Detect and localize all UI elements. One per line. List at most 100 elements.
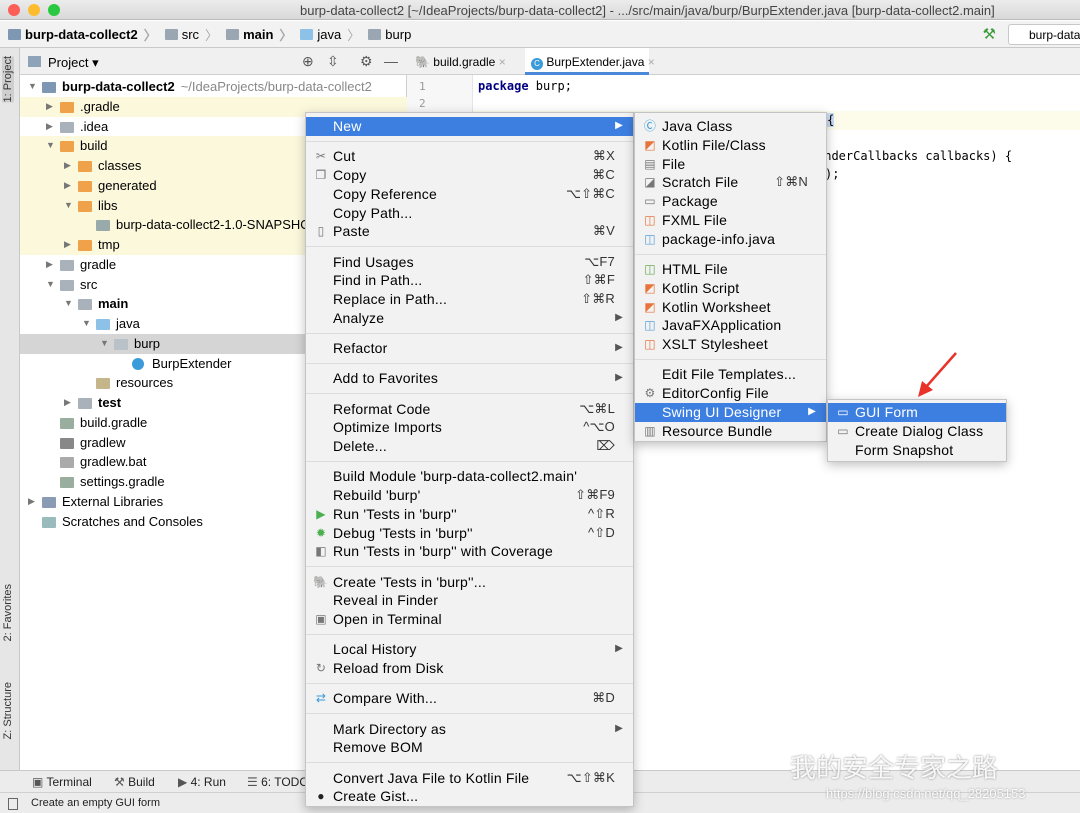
maximize-window-button[interactable] bbox=[48, 4, 60, 16]
menu-item-reformat-code[interactable]: Reformat Code ⌥⌘L bbox=[306, 400, 633, 419]
run-configuration-select[interactable]: burp-data bbox=[1008, 24, 1080, 45]
breadcrumb-label: src bbox=[181, 27, 200, 42]
menu-item-add-to-favorites[interactable]: Add to Favorites ▶ bbox=[306, 369, 633, 388]
tool-window-terminal[interactable]: ▣ Terminal bbox=[32, 775, 92, 789]
menu-item-kotlin-worksheet[interactable]: ◩ Kotlin Worksheet bbox=[635, 298, 826, 317]
expanded-arrow-icon[interactable]: ▼ bbox=[46, 136, 55, 156]
menu-item-debug-tests-in-burp[interactable]: ✹ Debug 'Tests in 'burp'' ^⇧D bbox=[306, 524, 633, 543]
tool-window-4-run[interactable]: ▶ 4: Run bbox=[178, 775, 226, 789]
menu-item-rebuild-burp[interactable]: Rebuild 'burp' ⇧⌘F9 bbox=[306, 486, 633, 505]
build-hammer-icon[interactable]: ⚒ bbox=[983, 25, 996, 43]
menu-item-create-tests-in-burp[interactable]: 🐘 Create 'Tests in 'burp''... bbox=[306, 573, 633, 592]
menu-item-create-gist[interactable]: ● Create Gist... bbox=[306, 787, 633, 806]
menu-item-compare-with[interactable]: ⇄ Compare With... ⌘D bbox=[306, 689, 633, 708]
menu-item-create-dialog-class[interactable]: ▭ Create Dialog Class bbox=[828, 422, 1006, 441]
menu-item-find-in-path[interactable]: Find in Path... ⇧⌘F bbox=[306, 271, 633, 290]
menu-item-find-usages[interactable]: Find Usages ⌥F7 bbox=[306, 253, 633, 272]
menu-item-xslt-stylesheet[interactable]: ◫ XSLT Stylesheet bbox=[635, 335, 826, 354]
collapsed-arrow-icon[interactable]: ▶ bbox=[46, 255, 53, 275]
expanded-arrow-icon[interactable]: ▼ bbox=[64, 294, 73, 314]
menu-item-copy-path[interactable]: Copy Path... bbox=[306, 204, 633, 223]
project-view-select[interactable]: Project ▾ bbox=[48, 55, 99, 71]
menu-item-kotlin-script[interactable]: ◩ Kotlin Script bbox=[635, 279, 826, 298]
expanded-arrow-icon[interactable]: ▼ bbox=[100, 334, 109, 354]
locate-icon[interactable]: ⊕ bbox=[302, 53, 314, 70]
menu-item-copy-reference[interactable]: Copy Reference ⌥⇧⌘C bbox=[306, 185, 633, 204]
hide-panel-icon[interactable]: — bbox=[384, 53, 398, 69]
tree-item[interactable]: ▼ burp-data-collect2 ~/IdeaProjects/burp-d… bbox=[20, 77, 407, 97]
menu-item-reveal-in-finder[interactable]: Reveal in Finder bbox=[306, 591, 633, 610]
menu-item-build-module-burp-data-collect2-main[interactable]: Build Module 'burp-data-collect2.main' bbox=[306, 467, 633, 486]
collapsed-arrow-icon[interactable]: ▶ bbox=[64, 156, 71, 176]
menu-item-run-tests-in-burp-with-coverage[interactable]: ◧ Run 'Tests in 'burp'' with Coverage bbox=[306, 542, 633, 561]
menu-item-editorconfig-file[interactable]: ⚙ EditorConfig File bbox=[635, 384, 826, 403]
menu-item-reload-from-disk[interactable]: ↻ Reload from Disk bbox=[306, 659, 633, 678]
collapsed-arrow-icon[interactable]: ▶ bbox=[64, 393, 71, 413]
menu-item-analyze[interactable]: Analyze ▶ bbox=[306, 309, 633, 328]
expanded-arrow-icon[interactable]: ▼ bbox=[46, 275, 55, 295]
menu-item-gui-form[interactable]: ▭ GUI Form bbox=[828, 403, 1006, 422]
tool-window-6-todo[interactable]: ☰ 6: TODO bbox=[247, 775, 309, 789]
expanded-arrow-icon[interactable]: ▼ bbox=[64, 196, 73, 216]
menu-item-kotlin-file-class[interactable]: ◩ Kotlin File/Class bbox=[635, 136, 826, 155]
tab-favorites[interactable]: 2: Favorites bbox=[2, 584, 14, 641]
menu-item-resource-bundle[interactable]: ▥ Resource Bundle bbox=[635, 422, 826, 441]
menu-item-mark-directory-as[interactable]: Mark Directory as ▶ bbox=[306, 720, 633, 739]
tab-label: BurpExtender.java bbox=[546, 55, 645, 69]
menu-item-package-info-java[interactable]: ◫ package-info.java bbox=[635, 230, 826, 249]
breadcrumb-item[interactable]: burp-data-collect2 〉 bbox=[8, 21, 157, 48]
close-tab-icon[interactable]: × bbox=[648, 55, 655, 69]
menu-item-remove-bom[interactable]: Remove BOM bbox=[306, 738, 633, 757]
menu-item-shortcut: ⇧⌘R bbox=[581, 291, 615, 307]
tab-project[interactable]: 1: Project bbox=[2, 56, 14, 103]
collapsed-arrow-icon[interactable]: ▶ bbox=[64, 235, 71, 255]
menu-item-run-tests-in-burp[interactable]: ▶ Run 'Tests in 'burp'' ^⇧R bbox=[306, 505, 633, 524]
menu-item-java-class[interactable]: Ⓒ Java Class bbox=[635, 117, 826, 136]
menu-item-paste[interactable]: ▯ Paste ⌘V bbox=[306, 222, 633, 241]
tab-burpextender-java[interactable]: C BurpExtender.java × bbox=[525, 48, 655, 75]
menu-item-refactor[interactable]: Refactor ▶ bbox=[306, 339, 633, 358]
menu-item-form-snapshot[interactable]: Form Snapshot bbox=[828, 441, 1006, 460]
breadcrumb-item[interactable]: burp bbox=[368, 21, 411, 48]
menu-item-label: Convert Java File to Kotlin File bbox=[333, 769, 530, 786]
expanded-arrow-icon[interactable]: ▼ bbox=[28, 77, 37, 97]
menu-item-javafxapplication[interactable]: ◫ JavaFXApplication bbox=[635, 316, 826, 335]
menu-item-fxml-file[interactable]: ◫ FXML File bbox=[635, 211, 826, 230]
menu-item-new[interactable]: New ▶ bbox=[306, 117, 633, 136]
collapsed-arrow-icon[interactable]: ▶ bbox=[46, 117, 53, 137]
menu-item-open-in-terminal[interactable]: ▣ Open in Terminal bbox=[306, 610, 633, 629]
menu-item-replace-in-path[interactable]: Replace in Path... ⇧⌘R bbox=[306, 290, 633, 309]
menu-item-convert-java-file-to-kotlin-file[interactable]: Convert Java File to Kotlin File ⌥⇧⌘K bbox=[306, 769, 633, 788]
collapse-all-icon[interactable]: ⇳ bbox=[327, 53, 339, 70]
tab-structure[interactable]: Z: Structure bbox=[2, 682, 14, 739]
menu-item-scratch-file[interactable]: ◪ Scratch File ⇧⌘N bbox=[635, 173, 826, 192]
menu-item-cut[interactable]: ✂ Cut ⌘X bbox=[306, 147, 633, 166]
breadcrumb-item[interactable]: java 〉 bbox=[300, 21, 360, 48]
menu-item-shortcut: ⇧⌘F9 bbox=[575, 487, 615, 503]
form-icon: ▭ bbox=[837, 405, 849, 419]
expanded-arrow-icon[interactable]: ▼ bbox=[82, 314, 91, 334]
collapsed-arrow-icon[interactable]: ▶ bbox=[46, 97, 53, 117]
gear-icon[interactable]: ⚙ bbox=[360, 53, 373, 70]
todo-icon: ☰ bbox=[247, 775, 262, 789]
menu-item-label: JavaFXApplication bbox=[662, 317, 782, 334]
breadcrumb: burp-data-collect2 〉 src 〉 main 〉 java 〉 burp bbox=[0, 21, 411, 48]
menu-item-delete[interactable]: Delete... ⌦ bbox=[306, 437, 633, 456]
menu-item-package[interactable]: ▭ Package bbox=[635, 192, 826, 211]
menu-item-html-file[interactable]: ◫ HTML File bbox=[635, 260, 826, 279]
collapsed-arrow-icon[interactable]: ▶ bbox=[64, 176, 71, 196]
menu-item-edit-file-templates[interactable]: Edit File Templates... bbox=[635, 365, 826, 384]
menu-item-file[interactable]: ▤ File bbox=[635, 155, 826, 174]
minimize-window-button[interactable] bbox=[28, 4, 40, 16]
tool-window-build[interactable]: ⚒ Build bbox=[114, 775, 155, 789]
menu-item-optimize-imports[interactable]: Optimize Imports ^⌥O bbox=[306, 418, 633, 437]
close-window-button[interactable] bbox=[8, 4, 20, 16]
menu-item-copy[interactable]: ❐ Copy ⌘C bbox=[306, 166, 633, 185]
menu-item-swing-ui-designer[interactable]: Swing UI Designer ▶ bbox=[635, 402, 826, 422]
breadcrumb-item[interactable]: src 〉 bbox=[164, 21, 218, 48]
breadcrumb-item[interactable]: main 〉 bbox=[226, 21, 292, 48]
collapsed-arrow-icon[interactable]: ▶ bbox=[28, 492, 35, 512]
close-tab-icon[interactable]: × bbox=[499, 55, 506, 69]
menu-item-local-history[interactable]: Local History ▶ bbox=[306, 640, 633, 659]
tab-build-gradle[interactable]: 🐘 build.gradle × bbox=[415, 48, 525, 75]
